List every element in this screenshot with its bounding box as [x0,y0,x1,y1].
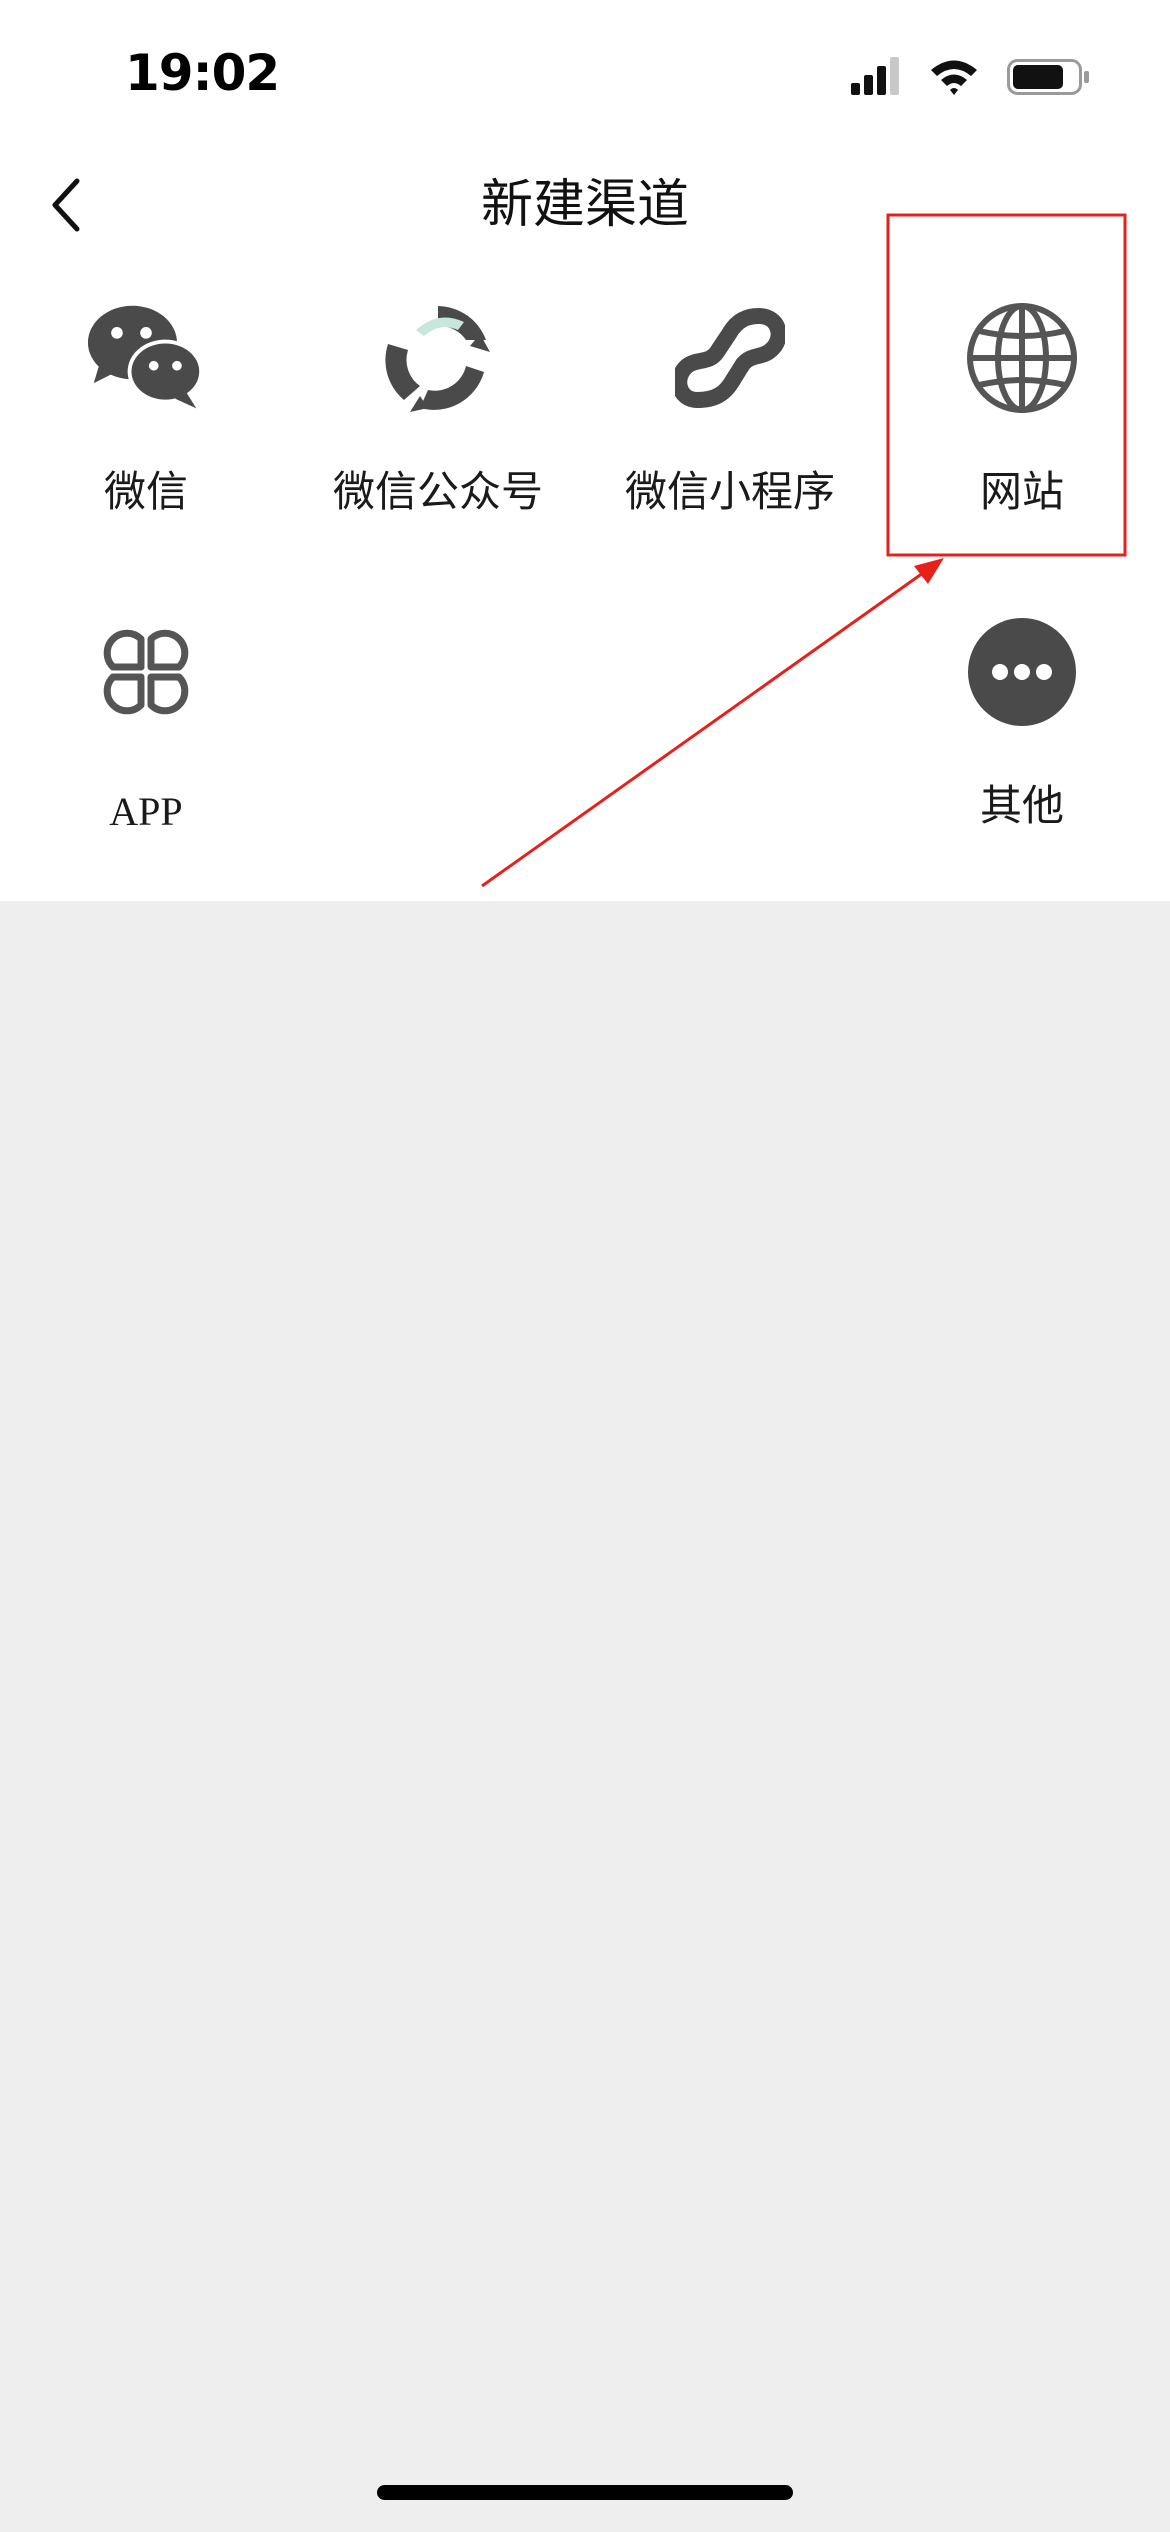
official-account-icon [378,298,498,418]
home-indicator [377,2485,793,2500]
more-icon [962,612,1082,732]
channel-mini-program[interactable]: 微信小程序 [584,298,876,558]
status-time: 19:02 [125,44,280,102]
channel-label: 微信 [103,467,188,516]
channel-other[interactable]: 其他 [876,612,1168,872]
mini-program-icon [670,298,790,418]
app-grid-icon [86,612,206,732]
globe-icon [962,298,1082,418]
channel-label: APP [109,789,183,834]
page-title: 新建渠道 [480,175,689,235]
channel-app[interactable]: APP [0,612,292,872]
channel-label: 其他 [979,781,1064,830]
channel-wechat[interactable]: 微信 [0,298,292,558]
channel-official-account[interactable]: 微信公众号 [292,298,584,558]
channel-website[interactable]: 网站 [876,298,1168,558]
signal-icon [851,57,899,95]
channel-label: 微信公众号 [332,467,543,516]
channel-label: 网站 [979,467,1064,516]
channel-label: 微信小程序 [624,467,835,516]
battery-icon [1007,59,1089,95]
channel-panel: 19:02 新建渠道 微信 微信公众号 微信小程序 网站 APP 其他 [0,0,1170,901]
wifi-icon [931,60,977,95]
status-icons [851,55,1091,99]
wechat-icon [86,298,206,418]
